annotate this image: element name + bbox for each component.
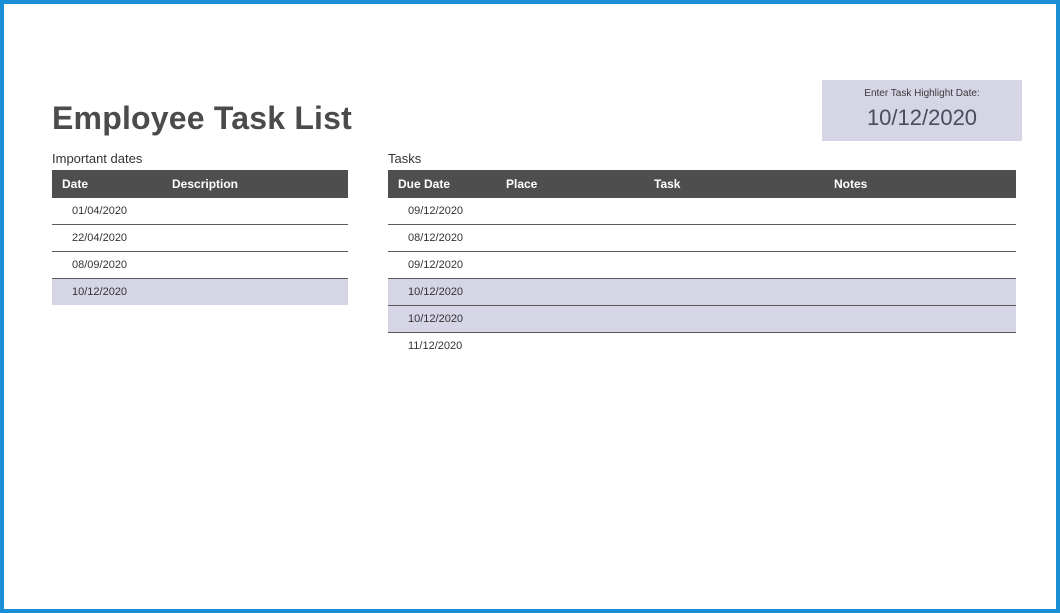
tasks-row-due-date: 10/12/2020 <box>408 313 463 325</box>
important-dates-row-date: 01/04/2020 <box>72 205 127 217</box>
col-notes: Notes <box>834 177 1006 191</box>
important-dates-row[interactable]: 01/04/2020 <box>52 198 348 225</box>
tasks-header: Due Date Place Task Notes <box>388 170 1016 198</box>
important-dates-panel: Important dates Date Description 01/04/2… <box>52 151 348 359</box>
highlight-date-value[interactable]: 10/12/2020 <box>836 105 1008 131</box>
tasks-row[interactable]: 10/12/2020 <box>388 279 1016 306</box>
highlight-date-box[interactable]: Enter Task Highlight Date: 10/12/2020 <box>822 80 1022 141</box>
tasks-label: Tasks <box>388 151 1016 166</box>
important-dates-header: Date Description <box>52 170 348 198</box>
tasks-row[interactable]: 10/12/2020 <box>388 306 1016 333</box>
tasks-row[interactable]: 09/12/2020 <box>388 252 1016 279</box>
important-dates-row[interactable]: 10/12/2020 <box>52 279 348 305</box>
tasks-row-due-date: 10/12/2020 <box>408 286 463 298</box>
tasks-row-due-date: 11/12/2020 <box>408 340 462 352</box>
col-date: Date <box>62 177 172 191</box>
tasks-row[interactable]: 11/12/2020 <box>388 333 1016 359</box>
tasks-row-due-date: 09/12/2020 <box>408 259 463 271</box>
tasks-panel: Tasks Due Date Place Task Notes 09/12/20… <box>388 151 1016 359</box>
important-dates-row-date: 22/04/2020 <box>72 232 127 244</box>
important-dates-row-date: 10/12/2020 <box>72 286 127 298</box>
important-dates-row[interactable]: 08/09/2020 <box>52 252 348 279</box>
col-task: Task <box>654 177 834 191</box>
col-description: Description <box>172 177 338 191</box>
tasks-row-due-date: 08/12/2020 <box>408 232 463 244</box>
tasks-row-due-date: 09/12/2020 <box>408 205 463 217</box>
important-dates-label: Important dates <box>52 151 348 166</box>
template-frame: Enter Task Highlight Date: 10/12/2020 Em… <box>0 0 1060 613</box>
tasks-row[interactable]: 08/12/2020 <box>388 225 1016 252</box>
highlight-date-label: Enter Task Highlight Date: <box>836 88 1008 99</box>
important-dates-row-date: 08/09/2020 <box>72 259 127 271</box>
important-dates-row[interactable]: 22/04/2020 <box>52 225 348 252</box>
col-due-date: Due Date <box>398 177 506 191</box>
tasks-row[interactable]: 09/12/2020 <box>388 198 1016 225</box>
col-place: Place <box>506 177 654 191</box>
